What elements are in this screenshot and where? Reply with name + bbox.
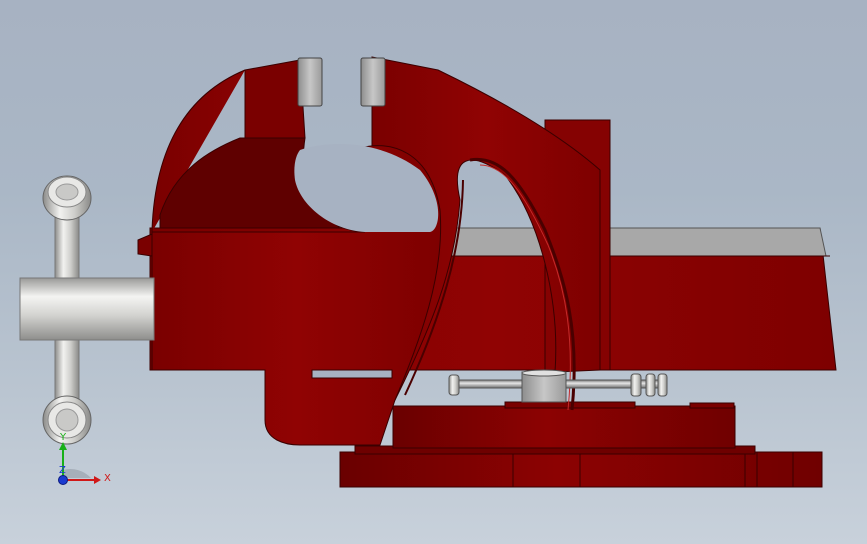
left-jaw-pad[interactable] [297,57,323,107]
bench-vise-model[interactable]: X Y Z [0,0,867,544]
t-handle[interactable] [19,175,155,445]
x-axis-label: X [104,473,111,484]
swivel-turntable[interactable] [392,401,736,449]
swivel-lock-rod[interactable] [448,369,668,403]
3d-viewport[interactable]: X Y Z [0,0,867,544]
vise-base[interactable] [339,445,823,488]
z-axis-label: Z [59,465,66,476]
z-axis-dot [58,475,68,485]
y-axis-label: Y [59,432,67,443]
right-jaw-pad[interactable] [360,57,386,107]
